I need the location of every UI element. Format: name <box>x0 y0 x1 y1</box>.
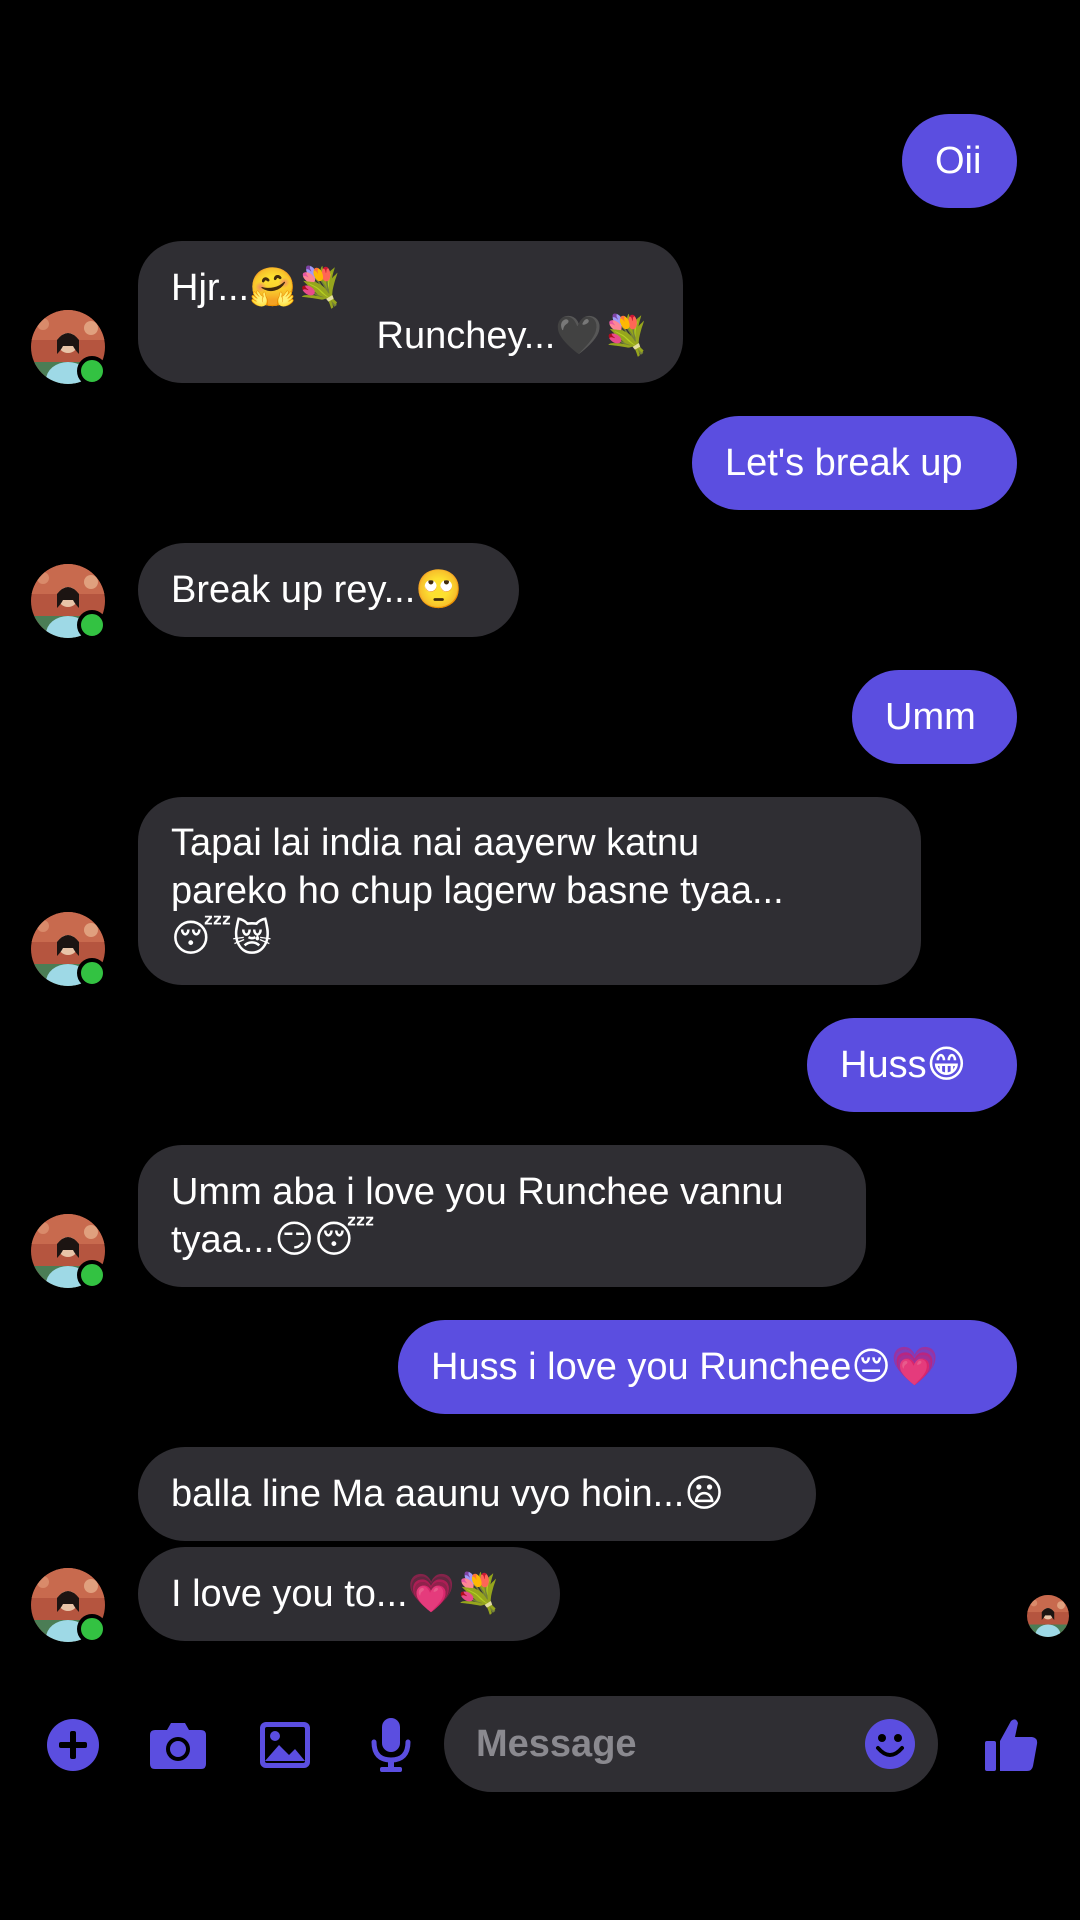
contact-avatar[interactable] <box>31 310 107 386</box>
incoming-message[interactable]: Break up rey...🙄 <box>138 543 519 637</box>
message-text: pareko ho chup lagerw basne tyaa... <box>171 870 784 912</box>
message-text: 😴😿 <box>171 918 272 960</box>
message-composer <box>0 1690 1080 1800</box>
thumbs-up-icon[interactable] <box>982 1690 1040 1800</box>
outgoing-message[interactable]: Let's break up <box>692 416 1017 510</box>
message-text: Huss😁 <box>840 1044 967 1086</box>
message-text: Let's break up <box>725 442 963 484</box>
message-text: Runchey...🖤💐 <box>376 315 650 357</box>
incoming-message[interactable]: Tapai lai india nai aayerw katnu pareko … <box>138 797 921 985</box>
microphone-icon[interactable] <box>361 1690 421 1800</box>
message-text: balla line Ma aaunu vyo hoin...😦 <box>171 1473 724 1515</box>
online-status-indicator <box>77 1614 107 1644</box>
message-input-container[interactable] <box>444 1696 938 1792</box>
online-status-indicator <box>77 1260 107 1290</box>
outgoing-message[interactable]: Umm <box>852 670 1017 764</box>
message-text: Umm <box>885 696 976 738</box>
outgoing-message[interactable]: Huss i love you Runchee😔💗 <box>398 1320 1017 1414</box>
incoming-message[interactable]: balla line Ma aaunu vyo hoin...😦 <box>138 1447 816 1541</box>
seen-indicator-avatar <box>1027 1595 1069 1637</box>
message-text: Break up rey...🙄 <box>171 569 463 611</box>
contact-avatar[interactable] <box>31 1214 107 1290</box>
outgoing-message[interactable]: Huss😁 <box>807 1018 1017 1112</box>
online-status-indicator <box>77 356 107 386</box>
contact-avatar[interactable] <box>31 912 107 988</box>
contact-avatar[interactable] <box>31 1568 107 1644</box>
message-text: tyaa...😏😴 <box>171 1219 376 1261</box>
online-status-indicator <box>77 958 107 988</box>
incoming-message[interactable]: Hjr...🤗💐 Runchey...🖤💐 <box>138 241 683 383</box>
incoming-message[interactable]: I love you to...💗💐 <box>138 1547 560 1641</box>
plus-icon[interactable] <box>43 1690 103 1800</box>
emoji-icon[interactable] <box>864 1718 916 1770</box>
gallery-icon[interactable] <box>255 1690 315 1800</box>
message-text: Huss i love you Runchee😔💗 <box>431 1346 939 1388</box>
outgoing-message[interactable]: Oii <box>902 114 1017 208</box>
contact-avatar[interactable] <box>31 564 107 640</box>
message-input[interactable] <box>476 1696 846 1792</box>
message-text: Tapai lai india nai aayerw katnu <box>171 822 700 864</box>
message-text: Umm aba i love you Runchee vannu <box>171 1171 784 1213</box>
camera-icon[interactable] <box>148 1690 208 1800</box>
message-text: Hjr...🤗💐 <box>171 267 344 309</box>
online-status-indicator <box>77 610 107 640</box>
message-text: I love you to...💗💐 <box>171 1573 503 1615</box>
seen-avatar-photo <box>1027 1595 1069 1637</box>
message-text: Oii <box>935 140 982 182</box>
incoming-message[interactable]: Umm aba i love you Runchee vannu tyaa...… <box>138 1145 866 1287</box>
